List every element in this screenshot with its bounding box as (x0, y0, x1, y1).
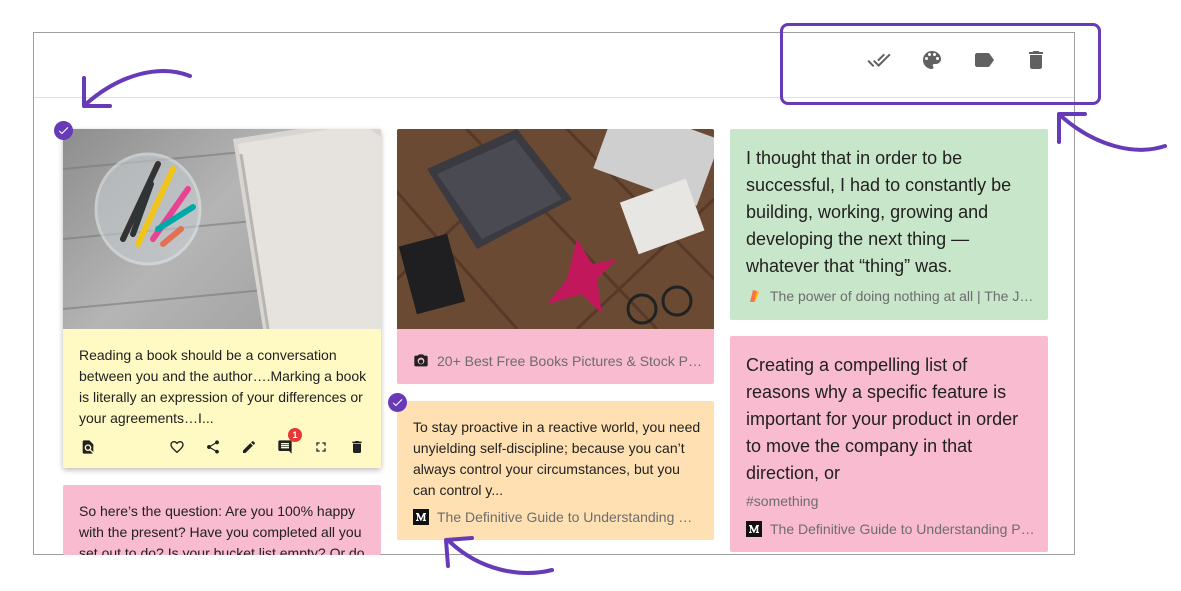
note-source-title: The Definitive Guide to Understanding Pr… (770, 521, 1036, 537)
note-source-title: The power of doing nothing at all | The … (770, 288, 1036, 304)
note-card-compelling-list[interactable]: Creating a compelling list of reasons wh… (730, 336, 1048, 552)
note-text: Reading a book should be a conversation … (79, 347, 367, 426)
arrow-to-selection-check (82, 69, 192, 108)
note-card-doing-nothing[interactable]: I thought that in order to be successful… (730, 129, 1048, 320)
note-source[interactable]: The Definitive Guide to Understanding Pr… (413, 509, 701, 525)
find-in-page-icon[interactable] (77, 436, 99, 458)
note-actions: 1 (77, 428, 368, 458)
arrow-to-toolbar (1057, 112, 1167, 152)
fullscreen-icon[interactable] (310, 436, 332, 458)
note-source[interactable]: 20+ Best Free Books Pictures & Stock Pho… (413, 353, 703, 369)
journal-favicon-icon (750, 290, 759, 302)
medium-icon (413, 509, 429, 525)
note-image-pencils-notebook (63, 129, 381, 329)
arrow-to-second-selection (444, 536, 554, 575)
note-tag[interactable]: #something (746, 493, 818, 509)
medium-icon (746, 521, 762, 537)
note-image-notebook-leaf (397, 129, 714, 329)
note-source-title: 20+ Best Free Books Pictures & Stock Pho… (437, 353, 703, 369)
note-card-self-discipline[interactable]: To stay proactive in a reactive world, y… (397, 401, 714, 540)
note-text: I thought that in order to be successful… (746, 148, 1012, 276)
favorite-icon[interactable] (166, 436, 188, 458)
note-source[interactable]: The power of doing nothing at all | The … (746, 288, 1036, 304)
note-card-bucket-list[interactable]: So here’s the question: Are you 100% hap… (63, 485, 381, 555)
camera-icon (414, 354, 428, 367)
selected-check-icon[interactable] (388, 393, 407, 412)
comment-icon[interactable]: 1 (274, 428, 302, 458)
note-card-book-photos[interactable]: 20+ Best Free Books Pictures & Stock Pho… (397, 129, 714, 384)
comment-count-badge: 1 (288, 428, 302, 442)
edit-icon[interactable] (238, 436, 260, 458)
note-text: To stay proactive in a reactive world, y… (413, 419, 701, 498)
toolbar-highlight-box (780, 23, 1101, 105)
note-source[interactable]: The Definitive Guide to Understanding Pr… (746, 521, 1036, 537)
delete-note-icon[interactable] (346, 436, 368, 458)
note-source-title: The Definitive Guide to Understanding Pr… (437, 509, 701, 525)
note-card-book-conversation[interactable]: Reading a book should be a conversation … (63, 129, 381, 468)
selected-check-icon[interactable] (54, 121, 73, 140)
share-icon[interactable] (202, 436, 224, 458)
note-text: So here’s the question: Are you 100% hap… (79, 503, 365, 555)
note-text: Creating a compelling list of reasons wh… (746, 355, 1019, 483)
